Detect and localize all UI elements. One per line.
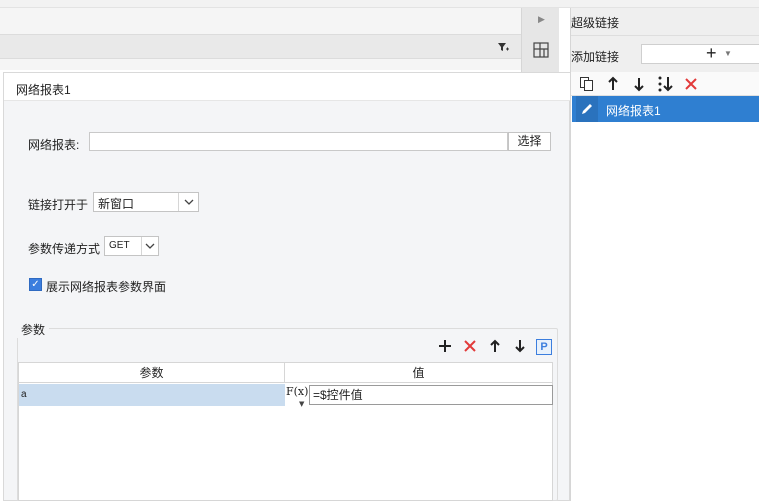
column-header-value[interactable]: 值 xyxy=(285,363,552,383)
dialog-title: 网络报表1 xyxy=(4,73,571,101)
hyperlink-toolbar xyxy=(571,72,759,96)
report-input[interactable] xyxy=(89,132,508,151)
move-down-icon[interactable] xyxy=(511,339,529,357)
param-method-value: GET xyxy=(109,240,130,251)
edit-pencil-icon[interactable] xyxy=(576,96,598,122)
params-group-label: 参数 xyxy=(17,321,50,338)
hyperlink-panel: 超级链接 添加链接 + ▼ 网络报表1 xyxy=(570,8,759,501)
add-link-row: 添加链接 + ▼ xyxy=(571,36,759,72)
column-header-param[interactable]: 参数 xyxy=(19,363,285,383)
chevron-down-icon: ▼ xyxy=(724,49,732,58)
filter-icon[interactable] xyxy=(497,41,509,53)
delete-icon[interactable] xyxy=(684,77,698,94)
hyperlink-panel-header: 超级链接 xyxy=(571,8,759,36)
arrow-up-icon[interactable] xyxy=(607,76,619,95)
hyperlink-list-item[interactable]: 网络报表1 xyxy=(572,96,759,122)
hyperlink-item-label: 网络报表1 xyxy=(606,104,661,118)
show-params-checkbox[interactable]: ✓ xyxy=(29,278,42,291)
add-icon[interactable] xyxy=(436,339,454,357)
plus-icon: + xyxy=(706,43,717,63)
editor-toolbar xyxy=(0,34,521,59)
add-link-label: 添加链接 xyxy=(571,50,620,64)
chevron-down-icon xyxy=(178,193,198,211)
param-icon[interactable]: P xyxy=(536,339,552,355)
hyperlink-panel-title: 超级链接 xyxy=(571,16,620,30)
params-table: 参数 值 a F(x) ▼ =$控件值 xyxy=(18,362,553,501)
delete-icon[interactable] xyxy=(461,339,479,357)
chevron-down-icon xyxy=(141,237,158,255)
sort-icon[interactable] xyxy=(657,75,675,96)
copy-icon[interactable] xyxy=(579,76,595,95)
layout-grid-icon[interactable] xyxy=(532,41,550,59)
param-method-label: 参数传递方式 xyxy=(28,242,101,256)
window-top-strip xyxy=(0,0,759,8)
param-method-select[interactable]: GET xyxy=(104,236,159,256)
side-collapse-strip: ▶ xyxy=(521,8,559,72)
open-in-select[interactable]: 新窗口 xyxy=(93,192,199,212)
param-value-input[interactable]: =$控件值 xyxy=(309,385,553,405)
select-button[interactable]: 选择 xyxy=(508,132,551,151)
arrow-down-icon[interactable] xyxy=(633,76,645,95)
param-name-cell[interactable]: a xyxy=(19,384,285,406)
open-in-label: 链接打开于 xyxy=(28,198,89,212)
open-in-value: 新窗口 xyxy=(98,197,135,211)
formula-label: F(x) xyxy=(286,385,309,398)
add-link-dropdown[interactable]: + ▼ xyxy=(641,43,759,64)
show-params-label: 展示网络报表参数界面 xyxy=(46,280,167,294)
expand-arrow-icon[interactable]: ▶ xyxy=(538,14,545,25)
table-row[interactable]: a F(x) ▼ =$控件值 xyxy=(19,384,553,408)
move-up-icon[interactable] xyxy=(486,339,504,357)
formula-icon[interactable]: F(x) ▼ xyxy=(286,384,309,408)
report-label: 网络报表: xyxy=(28,138,80,152)
